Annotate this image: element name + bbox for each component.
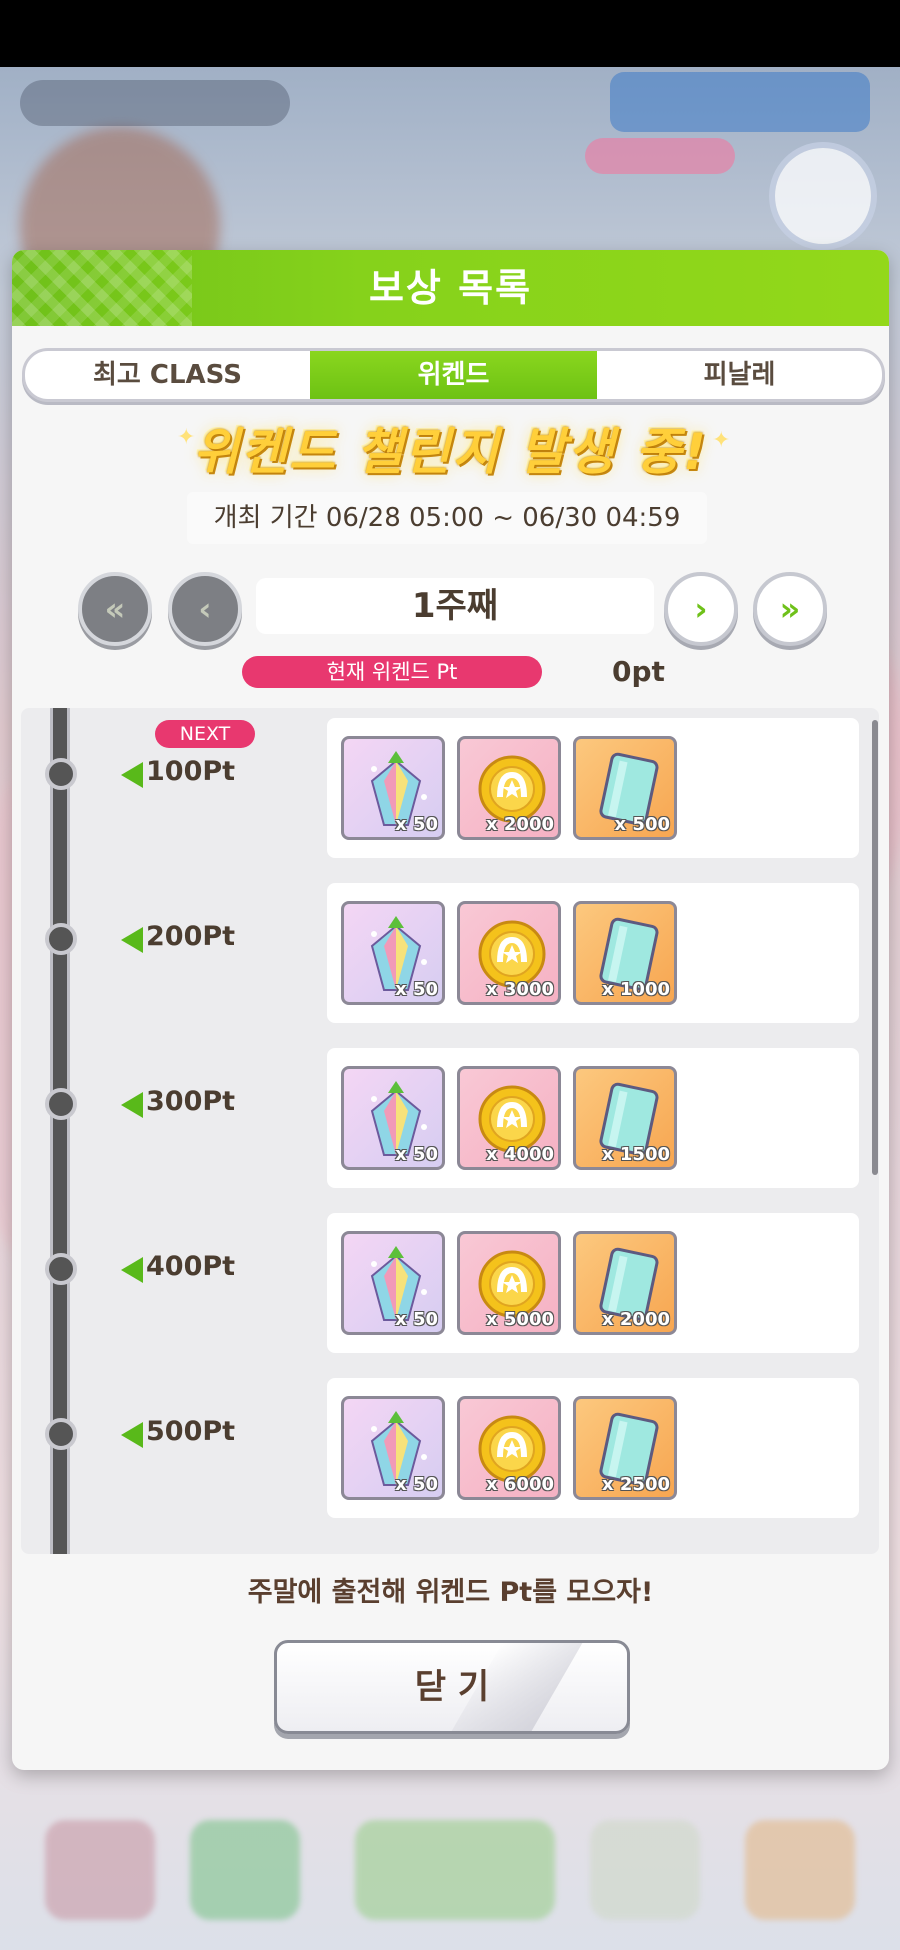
reward-qty: x 1500: [602, 1144, 670, 1165]
reward-qty: x 50: [395, 979, 438, 1000]
tier-pt-label: 500Pt: [146, 1416, 236, 1447]
pointer-arrow-icon: [121, 762, 143, 788]
reward-qty: x 50: [395, 1144, 438, 1165]
tier-pt-label: 200Pt: [146, 921, 236, 952]
tab-weekend[interactable]: 위켄드: [310, 351, 597, 399]
background-bottom-nav: [0, 1790, 900, 1950]
progress-node: [45, 1088, 77, 1120]
reward-qty: x 5000: [486, 1309, 554, 1330]
chevron-right-icon: ›: [694, 590, 708, 628]
progress-node: [45, 758, 77, 790]
reward-qty: x 50: [395, 1309, 438, 1330]
reward-item[interactable]: x 5000: [457, 1231, 561, 1335]
tier-pt-label: 300Pt: [146, 1086, 236, 1117]
tab-top-class[interactable]: 최고 CLASS: [25, 351, 310, 399]
reward-item[interactable]: x 50: [341, 736, 445, 840]
current-pt-value: 0pt: [612, 655, 665, 688]
reward-card: x 50 x 3000 x 1000: [327, 883, 859, 1023]
pointer-arrow-icon: [121, 1092, 143, 1118]
sparkle-icon: ✦: [712, 428, 731, 453]
reward-tier-list[interactable]: NEXT 100Pt x 50 x 2000 x 500 200Pt x 50 x 3000 x…: [21, 708, 879, 1554]
reward-card: x 50 x 4000 x 1500: [327, 1048, 859, 1188]
progress-node: [45, 1253, 77, 1285]
chevron-left-icon: ‹: [198, 590, 212, 628]
reward-item[interactable]: x 50: [341, 1396, 445, 1500]
close-button[interactable]: 닫 기: [274, 1640, 630, 1734]
reward-qty: x 2000: [486, 814, 554, 835]
reward-qty: x 50: [395, 1474, 438, 1495]
reward-item[interactable]: x 2500: [573, 1396, 677, 1500]
tier-pt-label: 100Pt: [146, 756, 236, 787]
dialog-header: 보상 목록: [12, 250, 889, 326]
background-avatar: [775, 148, 871, 244]
reward-qty: x 1000: [602, 979, 670, 1000]
last-page-button[interactable]: »: [753, 572, 827, 646]
reward-item[interactable]: x 50: [341, 901, 445, 1005]
reward-list-dialog: 보상 목록 최고 CLASS 위켄드 피날레 ✦ 위켄드 챌린지 발생 중! ✦…: [12, 250, 889, 1770]
reward-item[interactable]: x 4000: [457, 1066, 561, 1170]
reward-qty: x 3000: [486, 979, 554, 1000]
reward-item[interactable]: x 2000: [573, 1231, 677, 1335]
reward-item[interactable]: x 50: [341, 1066, 445, 1170]
hint-text: 주말에 출전해 위켄드 Pt를 모으자!: [247, 1577, 654, 1608]
pointer-arrow-icon: [121, 1422, 143, 1448]
reward-item[interactable]: x 1500: [573, 1066, 677, 1170]
reward-tier-row: 400Pt x 50 x 5000 x 2000: [21, 1213, 879, 1353]
close-button-label: 닫 기: [414, 1667, 490, 1707]
reward-qty: x 50: [395, 814, 438, 835]
reward-tier-row: NEXT 100Pt x 50 x 2000 x 500: [21, 718, 879, 858]
reward-qty: x 4000: [486, 1144, 554, 1165]
event-period: 개최 기간 06/28 05:00 ~ 06/30 04:59: [187, 492, 707, 544]
progress-node: [45, 1418, 77, 1450]
reward-qty: x 500: [614, 814, 670, 835]
tier-pt-label: 400Pt: [146, 1251, 236, 1282]
reward-item[interactable]: x 50: [341, 1231, 445, 1335]
reward-card: x 50 x 6000 x 2500: [327, 1378, 859, 1518]
background-hud-panel: [610, 72, 870, 132]
reward-item[interactable]: x 500: [573, 736, 677, 840]
reward-item[interactable]: x 3000: [457, 901, 561, 1005]
reward-qty: x 2500: [602, 1474, 670, 1495]
reward-qty: x 6000: [486, 1474, 554, 1495]
current-pt-label: 현재 위켄드 Pt: [242, 656, 542, 688]
reward-item[interactable]: x 2000: [457, 736, 561, 840]
prev-page-button[interactable]: ‹: [168, 572, 242, 646]
reward-tier-row: 500Pt x 50 x 6000 x 2500: [21, 1378, 879, 1518]
first-page-button[interactable]: «: [78, 572, 152, 646]
double-chevron-left-icon: «: [104, 590, 126, 628]
progress-node: [45, 923, 77, 955]
pointer-arrow-icon: [121, 1257, 143, 1283]
week-label: 1주째: [256, 578, 654, 634]
next-badge: NEXT: [155, 720, 255, 748]
background-hud-pill: [20, 80, 290, 126]
tab-finale[interactable]: 피날레: [597, 351, 882, 399]
reward-item[interactable]: x 6000: [457, 1396, 561, 1500]
next-page-button[interactable]: ›: [664, 572, 738, 646]
double-chevron-right-icon: »: [779, 590, 801, 628]
pointer-arrow-icon: [121, 927, 143, 953]
weekend-challenge-banner: 위켄드 챌린지 발생 중!: [192, 423, 709, 481]
tab-bar: 최고 CLASS 위켄드 피날레: [22, 348, 885, 402]
reward-card: x 50 x 5000 x 2000: [327, 1213, 859, 1353]
reward-qty: x 2000: [602, 1309, 670, 1330]
reward-card: x 50 x 2000 x 500: [327, 718, 859, 858]
status-bar: [0, 0, 900, 67]
dialog-title: 보상 목록: [368, 266, 533, 310]
reward-item[interactable]: x 1000: [573, 901, 677, 1005]
reward-tier-row: 200Pt x 50 x 3000 x 1000: [21, 883, 879, 1023]
background-hud-badge: [585, 138, 735, 174]
reward-tier-row: 300Pt x 50 x 4000 x 1500: [21, 1048, 879, 1188]
